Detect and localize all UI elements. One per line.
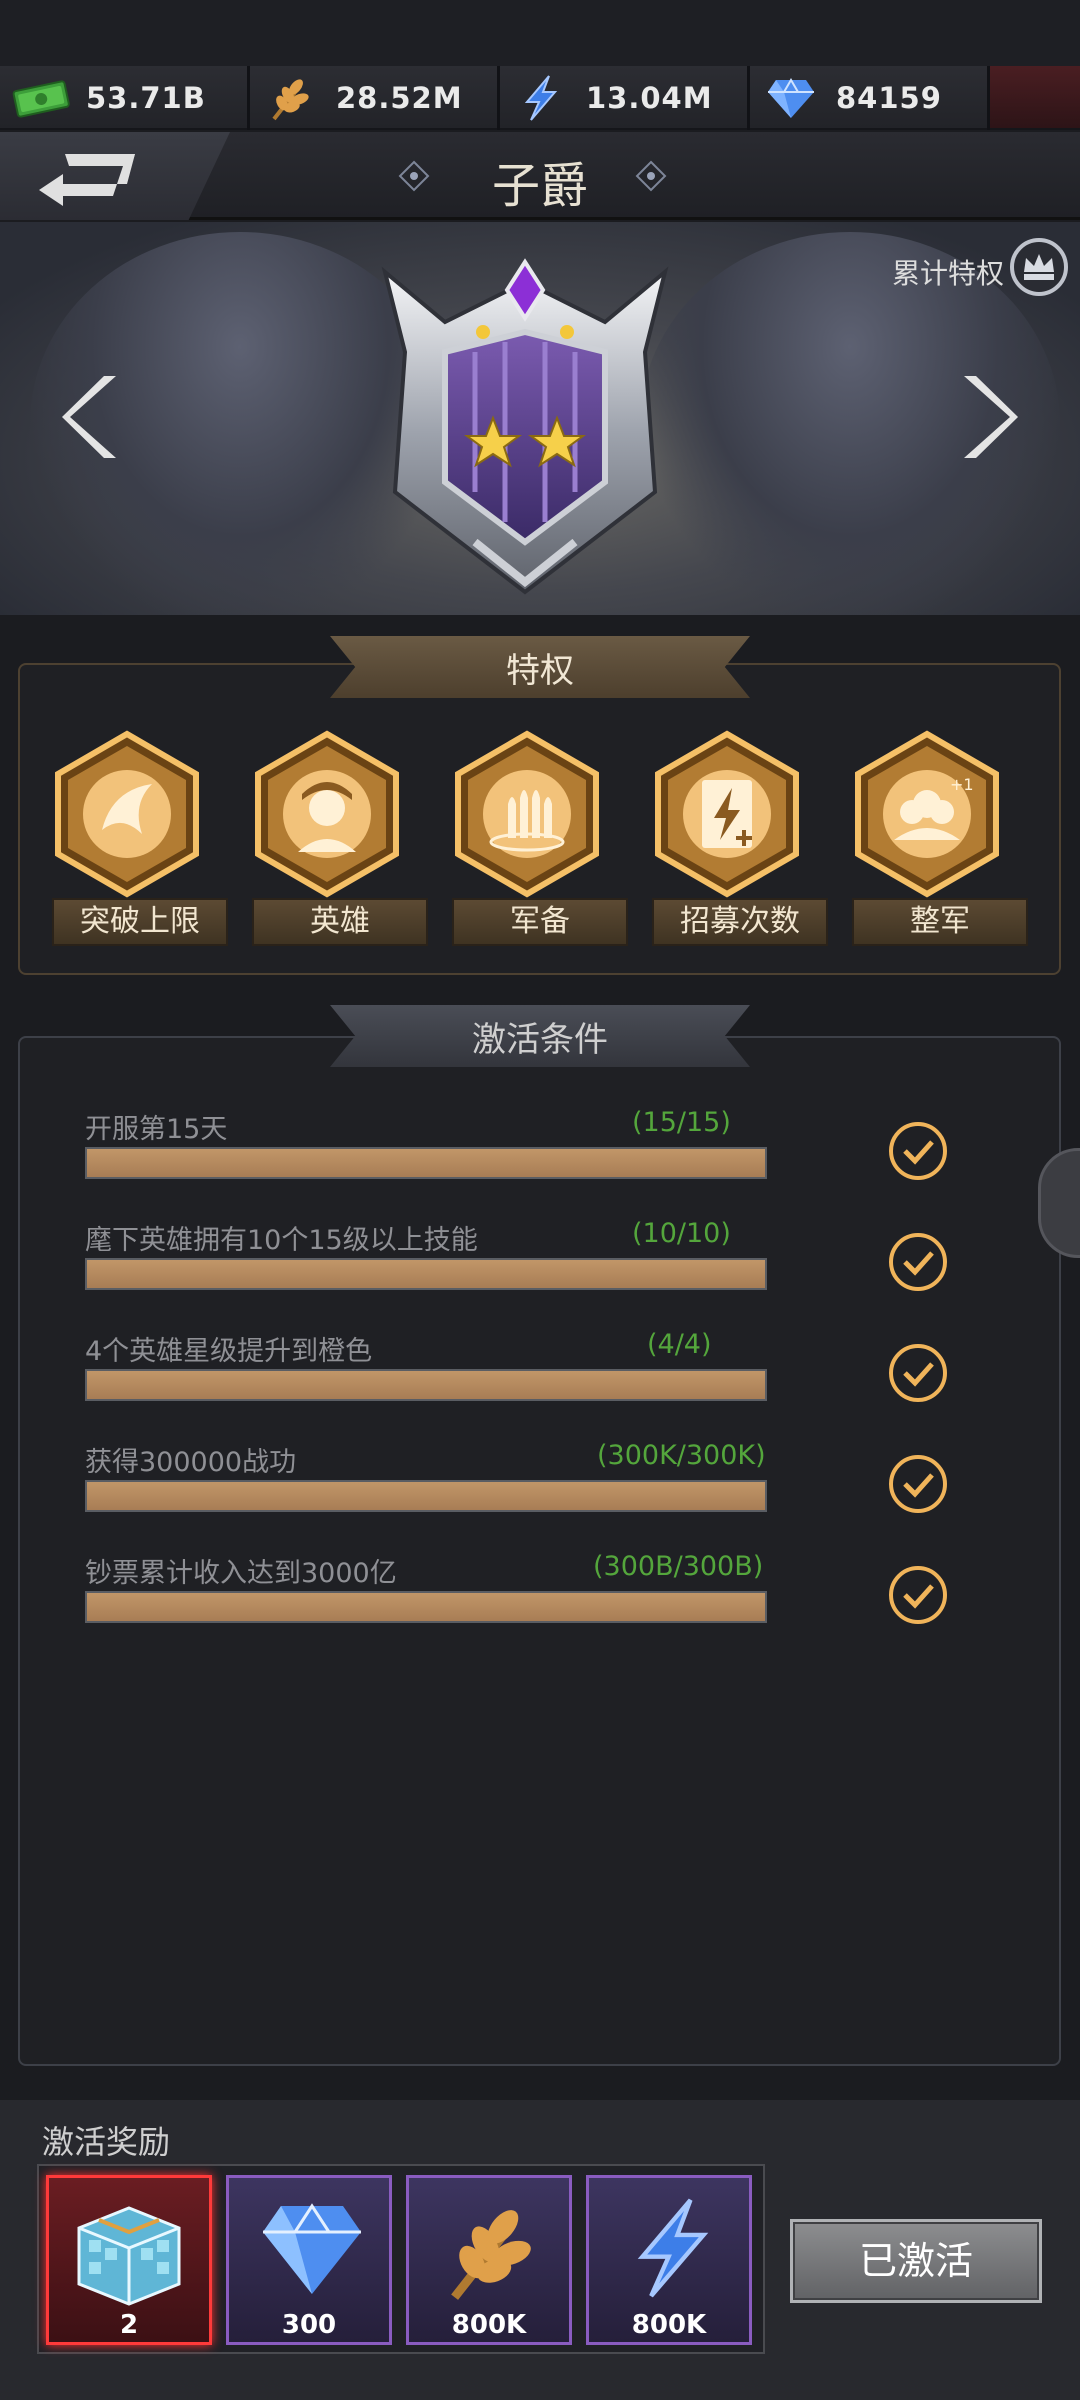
privilege-label: 整军 [852, 898, 1028, 946]
energy-value: 13.04M [586, 81, 713, 115]
wheat-value: 28.52M [336, 81, 463, 115]
breakthrough-icon [55, 730, 199, 898]
condition-progress-bar [85, 1258, 767, 1290]
condition-progress: (4/4) [647, 1329, 712, 1360]
rewards-title: 激活奖励 [42, 2123, 171, 2161]
condition-row: 钞票累计收入达到3000亿 (300B/300B) [85, 1551, 775, 1623]
check-icon [889, 1122, 947, 1180]
resource-bar: 53.71B 28.52M 13.04M 84159 [0, 66, 1080, 130]
reward-diamond[interactable]: 300 [226, 2175, 392, 2345]
progress-fill [87, 1593, 765, 1621]
wheat-icon [260, 74, 322, 122]
condition-row: 开服第15天 (15/15) [85, 1107, 775, 1179]
lightning-icon [637, 2198, 709, 2298]
cumulative-privileges-label[interactable]: 累计特权 [892, 252, 1004, 292]
progress-fill [87, 1482, 765, 1510]
title-right-ornament-icon [635, 160, 667, 192]
condition-progress-bar [85, 1480, 767, 1512]
conditions-title-banner: 激活条件 [330, 1005, 750, 1067]
reward-energy[interactable]: 800K [586, 2175, 752, 2345]
cash-icon [10, 74, 72, 122]
check-icon [889, 1566, 947, 1624]
crate-icon [77, 2206, 181, 2306]
lightning-icon [510, 74, 572, 122]
title-bar: 子爵 [0, 132, 1080, 220]
check-icon [889, 1455, 947, 1513]
condition-progress-bar [85, 1147, 767, 1179]
troops-icon: +1 [855, 730, 999, 898]
condition-progress: (10/10) [632, 1218, 731, 1249]
reward-value: 300 [281, 2310, 337, 2340]
condition-progress: (300K/300K) [597, 1440, 766, 1471]
resource-energy[interactable]: 13.04M [500, 66, 750, 130]
condition-progress-bar [85, 1369, 767, 1401]
ammo-icon [455, 730, 599, 898]
activated-button[interactable]: 已激活 [790, 2219, 1042, 2303]
title-left-ornament-icon [398, 160, 430, 192]
privilege-armament[interactable]: 军备 [452, 730, 628, 946]
rank-banner: 累计特权 [0, 222, 1080, 615]
progress-fill [87, 1260, 765, 1288]
condition-progress: (15/15) [632, 1107, 731, 1138]
privilege-breakthrough[interactable]: 突破上限 [52, 730, 228, 946]
conditions-title: 激活条件 [472, 1019, 608, 1060]
condition-row: 麾下英雄拥有10个15级以上技能 (10/10) [85, 1218, 775, 1290]
reward-value: 2 [119, 2310, 139, 2340]
reward-crate[interactable]: 2 [46, 2175, 212, 2345]
privileges-title-banner: 特权 [330, 636, 750, 698]
privilege-label: 英雄 [252, 898, 428, 946]
viscount-emblem-icon [381, 258, 669, 595]
condition-progress: (300B/300B) [593, 1551, 764, 1582]
resource-wheat[interactable]: 28.52M [250, 66, 500, 130]
privileges-title: 特权 [506, 650, 574, 691]
diamond-icon [263, 2203, 361, 2294]
privilege-recruit[interactable]: 招募次数 [652, 730, 828, 946]
resource-diamond[interactable]: 84159 [750, 66, 990, 130]
status-strip [0, 0, 1080, 66]
hero-icon [255, 730, 399, 898]
condition-row: 4个英雄星级提升到橙色 (4/4) [85, 1329, 775, 1401]
prev-rank-arrow-icon[interactable] [60, 372, 124, 462]
privilege-label: 军备 [452, 898, 628, 946]
check-icon [889, 1344, 947, 1402]
reward-wheat[interactable]: 800K [406, 2175, 572, 2345]
condition-row: 获得300000战功 (300K/300K) [85, 1440, 775, 1512]
crown-badge-icon[interactable] [1008, 236, 1070, 298]
wheat-icon [451, 2210, 531, 2300]
privilege-troops[interactable]: +1 整军 [852, 730, 1028, 946]
resource-extra-slot [990, 66, 1080, 128]
reward-value: 800K [451, 2310, 527, 2340]
diamond-value: 84159 [836, 81, 942, 115]
cash-value: 53.71B [86, 81, 206, 115]
svg-text:+1: +1 [950, 775, 974, 794]
diamond-icon [760, 74, 822, 122]
reward-value: 800K [631, 2310, 707, 2340]
condition-progress-bar [85, 1591, 767, 1623]
privilege-label: 突破上限 [52, 898, 228, 946]
privilege-label: 招募次数 [652, 898, 828, 946]
recruit-card-icon [655, 730, 799, 898]
progress-fill [87, 1371, 765, 1399]
resource-cash[interactable]: 53.71B [0, 66, 250, 130]
check-icon [889, 1233, 947, 1291]
next-rank-arrow-icon[interactable] [956, 372, 1020, 462]
privilege-hero[interactable]: 英雄 [252, 730, 428, 946]
page-title: 子爵 [491, 158, 588, 214]
progress-fill [87, 1149, 765, 1177]
